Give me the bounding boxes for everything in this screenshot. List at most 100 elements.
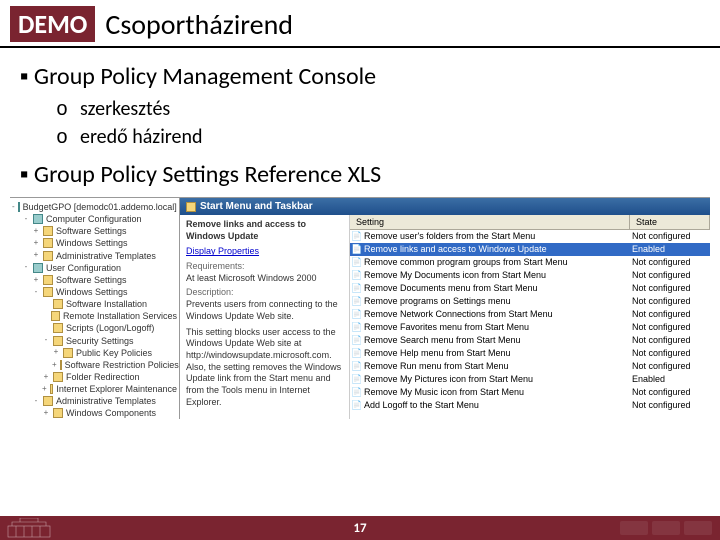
setting-icon: 📄 xyxy=(350,361,364,372)
setting-name: Add Logoff to the Start Menu xyxy=(364,400,632,411)
display-properties-link[interactable]: Display Properties xyxy=(186,246,343,258)
folder-icon xyxy=(60,360,62,370)
tree-pane[interactable]: -BudgetGPO [demodc01.addemo.local] Polic… xyxy=(10,198,180,419)
settings-list[interactable]: Setting State 📄Remove user's folders fro… xyxy=(350,215,710,419)
list-row[interactable]: 📄Remove Network Connections from Start M… xyxy=(350,308,710,321)
setting-state: Enabled xyxy=(632,374,710,385)
setting-name: Remove Help menu from Start Menu xyxy=(364,348,632,359)
tree-item[interactable]: +Internet Explorer Maintenance xyxy=(42,383,177,395)
tree-item[interactable]: +Windows Components xyxy=(42,407,177,419)
tree-user-config[interactable]: -User Configuration xyxy=(22,262,177,274)
tree-item[interactable]: -Security Settings xyxy=(42,335,177,347)
setting-icon: 📄 xyxy=(350,309,364,320)
setting-name: Remove My Pictures icon from Start Menu xyxy=(364,374,632,385)
setting-name: Remove Run menu from Start Menu xyxy=(364,361,632,372)
requirements-label: Requirements: xyxy=(186,261,343,273)
setting-state: Not configured xyxy=(632,335,710,346)
folder-icon xyxy=(43,226,53,236)
folder-icon xyxy=(53,323,63,333)
list-row[interactable]: 📄Remove common program groups from Start… xyxy=(350,256,710,269)
folder-icon xyxy=(63,348,73,358)
tree-computer-config[interactable]: -Computer Configuration xyxy=(22,213,177,225)
list-row[interactable]: 📄Remove Help menu from Start MenuNot con… xyxy=(350,347,710,360)
folder-icon xyxy=(43,251,53,261)
tree-item[interactable]: +Administrative Templates xyxy=(32,250,177,262)
tree-item[interactable]: +Public Key Policies xyxy=(52,347,177,359)
list-row[interactable]: 📄Remove Documents menu from Start MenuNo… xyxy=(350,282,710,295)
requirements-value: At least Microsoft Windows 2000 xyxy=(186,273,343,285)
tree-item[interactable]: Scripts (Logon/Logoff) xyxy=(42,322,177,334)
setting-name: Remove Search menu from Start Menu xyxy=(364,335,632,346)
tree-item[interactable]: -Administrative Templates xyxy=(32,395,177,407)
setting-name: Remove Network Connections from Start Me… xyxy=(364,309,632,320)
folder-icon xyxy=(50,384,54,394)
setting-icon: 📄 xyxy=(350,270,364,281)
list-row[interactable]: 📄Remove Search menu from Start MenuNot c… xyxy=(350,334,710,347)
list-row[interactable]: 📄Remove links and access to Windows Upda… xyxy=(350,243,710,256)
col-setting[interactable]: Setting xyxy=(350,215,630,229)
description-pane: Remove links and access to Windows Updat… xyxy=(180,215,350,419)
tree-item[interactable]: Software Installation xyxy=(42,298,177,310)
folder-icon xyxy=(53,372,63,382)
setting-icon: 📄 xyxy=(350,231,364,242)
logo-icon xyxy=(684,521,712,535)
setting-name: Remove user's folders from the Start Men… xyxy=(364,231,632,242)
gpmc-screenshot: -BudgetGPO [demodc01.addemo.local] Polic… xyxy=(10,197,710,419)
list-row[interactable]: 📄Add Logoff to the Start MenuNot configu… xyxy=(350,399,710,412)
list-row[interactable]: 📄Remove My Music icon from Start MenuNot… xyxy=(350,386,710,399)
right-pane: Start Menu and Taskbar Remove links and … xyxy=(180,198,710,419)
setting-state: Not configured xyxy=(632,231,710,242)
setting-state: Not configured xyxy=(632,348,710,359)
list-header[interactable]: Setting State xyxy=(350,215,710,230)
setting-state: Enabled xyxy=(632,244,710,255)
pane-title: Start Menu and Taskbar xyxy=(200,201,313,212)
setting-state: Not configured xyxy=(632,322,710,333)
list-row[interactable]: 📄Remove programs on Settings menuNot con… xyxy=(350,295,710,308)
folder-icon xyxy=(53,408,63,418)
setting-icon: 📄 xyxy=(350,387,364,398)
folder-icon xyxy=(43,396,53,406)
tree-item[interactable]: Remote Installation Services xyxy=(42,310,177,322)
selected-setting-title: Remove links and access to Windows Updat… xyxy=(186,219,343,242)
building-logo xyxy=(6,518,52,538)
setting-state: Not configured xyxy=(632,270,710,281)
setting-state: Not configured xyxy=(632,400,710,411)
setting-name: Remove Documents menu from Start Menu xyxy=(364,283,632,294)
setting-icon: 📄 xyxy=(350,257,364,268)
bullet-xls: Group Policy Settings Reference XLS xyxy=(20,160,700,189)
slide-footer: 17 xyxy=(0,516,720,540)
setting-state: Not configured xyxy=(632,257,710,268)
tree-root[interactable]: -BudgetGPO [demodc01.addemo.local] Polic… xyxy=(12,201,177,213)
setting-name: Remove common program groups from Start … xyxy=(364,257,632,268)
tree-item[interactable]: +Software Settings xyxy=(32,225,177,237)
folder-icon xyxy=(43,287,53,297)
setting-icon: 📄 xyxy=(350,348,364,359)
setting-name: Remove programs on Settings menu xyxy=(364,296,632,307)
list-row[interactable]: 📄Remove Favorites menu from Start MenuNo… xyxy=(350,321,710,334)
setting-state: Not configured xyxy=(632,361,710,372)
setting-icon: 📄 xyxy=(350,322,364,333)
description-label: Description: xyxy=(186,287,343,299)
col-state[interactable]: State xyxy=(630,215,710,229)
sub-edit: szerkesztés xyxy=(56,97,700,122)
list-row[interactable]: 📄Remove My Pictures icon from Start Menu… xyxy=(350,373,710,386)
demo-badge: DEMO xyxy=(10,6,95,42)
sub-rsop: eredő házirend xyxy=(56,125,700,150)
setting-state: Not configured xyxy=(632,309,710,320)
list-row[interactable]: 📄Remove Run menu from Start MenuNot conf… xyxy=(350,360,710,373)
tree-item[interactable]: +Software Restriction Policies xyxy=(52,359,177,371)
setting-name: Remove My Music icon from Start Menu xyxy=(364,387,632,398)
setting-icon: 📄 xyxy=(350,400,364,411)
description-text: This setting blocks user access to the W… xyxy=(186,327,343,409)
tree-item[interactable]: +Software Settings xyxy=(32,274,177,286)
tree-item[interactable]: -Windows Settings xyxy=(32,286,177,298)
setting-icon: 📄 xyxy=(350,244,364,255)
folder-icon xyxy=(53,299,63,309)
folder-icon xyxy=(51,311,59,321)
list-row[interactable]: 📄Remove user's folders from the Start Me… xyxy=(350,230,710,243)
tree-item[interactable]: +Folder Redirection xyxy=(42,371,177,383)
list-row[interactable]: 📄Remove My Documents icon from Start Men… xyxy=(350,269,710,282)
user-icon xyxy=(33,263,43,273)
page-number: 17 xyxy=(353,521,366,536)
tree-item[interactable]: +Windows Settings xyxy=(32,237,177,249)
